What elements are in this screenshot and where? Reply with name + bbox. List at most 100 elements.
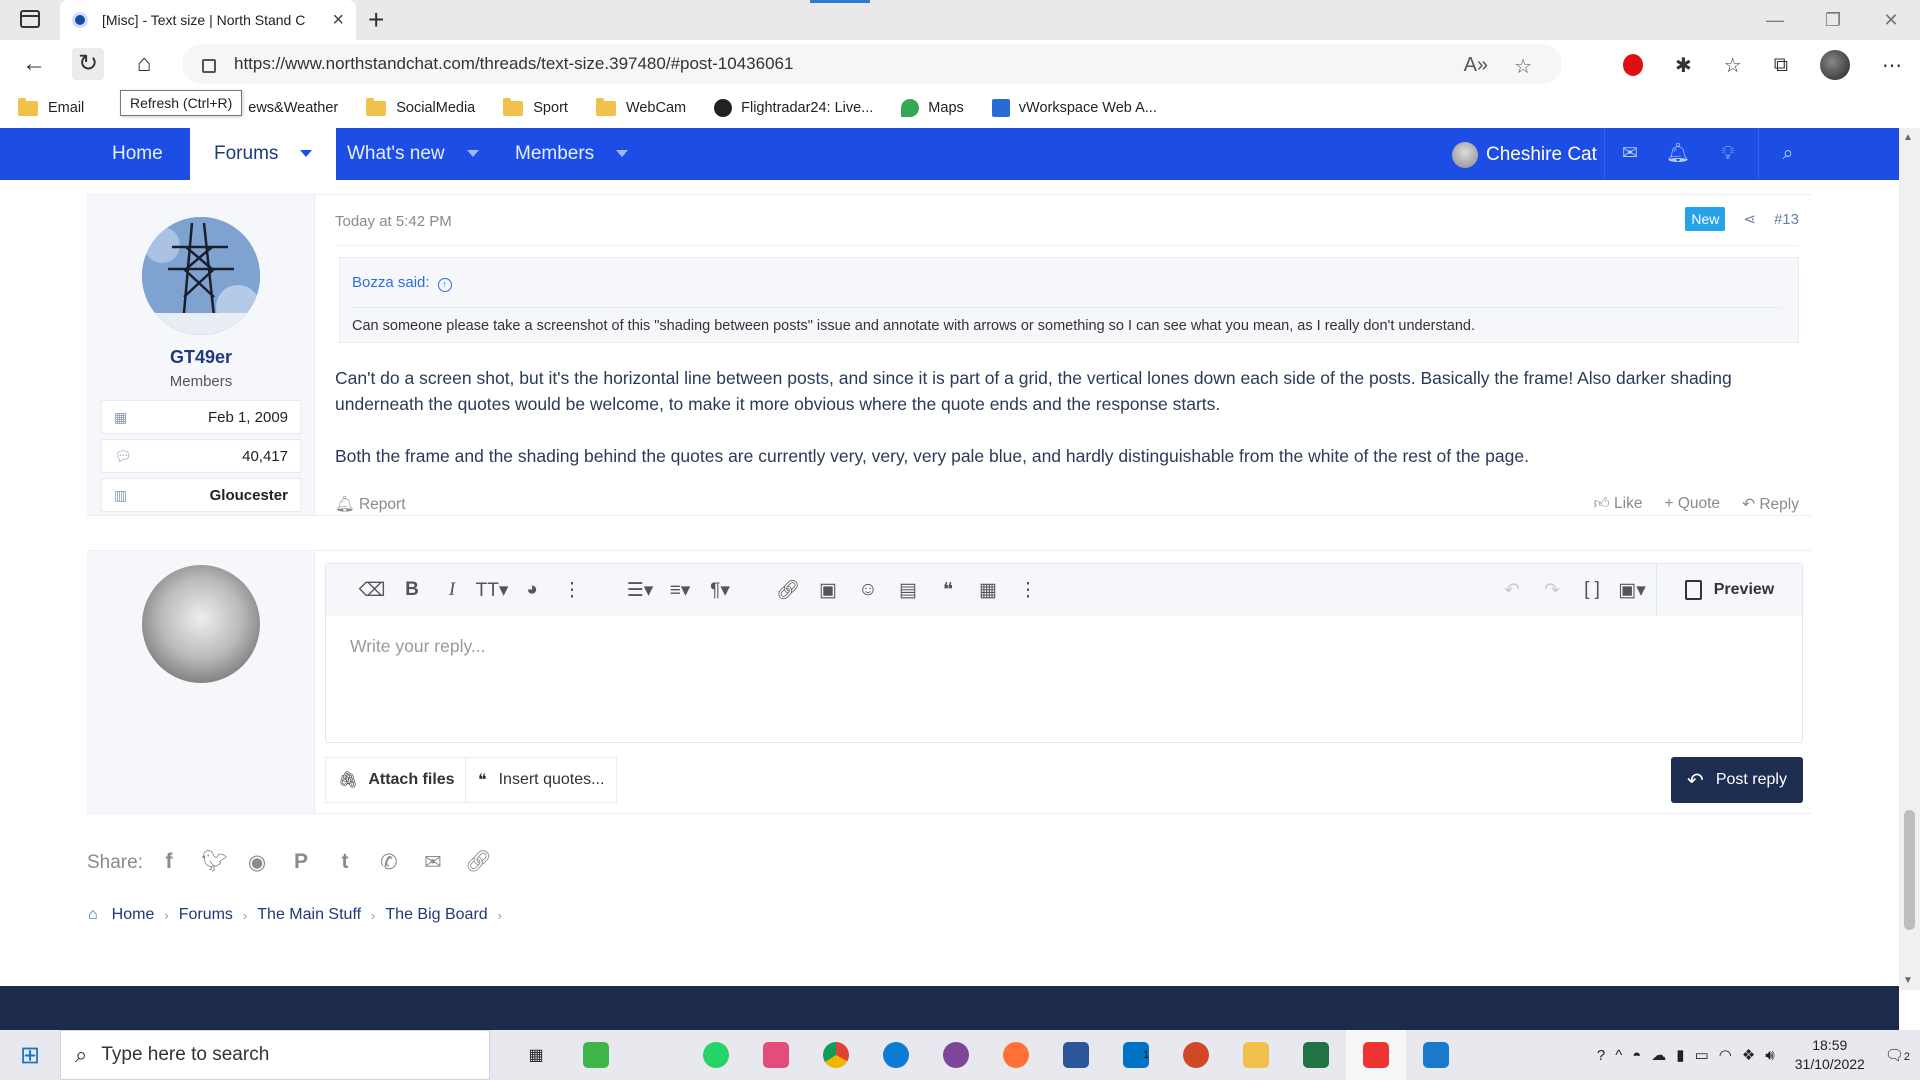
more-options-icon[interactable]: ⋮ [1008,579,1048,602]
home-browser-icon[interactable]: ⌂ [128,48,160,80]
drafts-icon[interactable]: ▣▾ [1612,579,1652,602]
tor-icon[interactable] [926,1030,986,1080]
page-scrollbar[interactable]: ▲ ▼ [1899,128,1920,990]
inbox-icon[interactable]: ✉ [1606,128,1654,180]
add-favorite-icon[interactable]: ☆ [1514,54,1532,79]
chevron-down-icon[interactable] [616,150,629,158]
text-size-icon[interactable]: TT▾ [472,579,512,602]
bookmark-webcam[interactable]: WebCam [595,97,686,116]
nav-forums[interactable]: Forums [190,128,337,180]
dropbox-icon[interactable]: ❖ [1742,1046,1755,1064]
bbcode-toggle-icon[interactable]: [ ] [1572,579,1612,601]
attach-files-button[interactable]: 🖇︎ Attach files [325,757,468,803]
battery-icon[interactable]: ▭ [1695,1046,1709,1064]
profile-avatar[interactable] [1820,50,1850,80]
preview-button[interactable]: Preview [1656,564,1802,616]
chevron-down-icon[interactable] [466,150,479,158]
restore-icon[interactable]: ❐ [1804,0,1862,40]
reddit-icon[interactable]: ◉ [245,850,269,875]
address-bar[interactable]: https://www.northstandchat.com/threads/t… [182,44,1562,84]
twitter-icon[interactable]: 🐦︎ [201,850,228,875]
chrome-icon[interactable] [806,1030,866,1080]
tab-actions-icon[interactable] [20,10,40,28]
media-icon[interactable]: ▤ [888,579,928,602]
quote-format-icon[interactable]: ❝ [928,579,968,602]
file-explorer-icon[interactable] [1226,1030,1286,1080]
avast-icon[interactable]: ◓ [1632,1047,1641,1064]
refresh-icon[interactable]: ↻ [72,48,104,80]
extensions-icon[interactable]: ✱ [1675,53,1692,78]
scroll-up-icon[interactable]: ▲ [1903,132,1913,143]
align-icon[interactable]: ≡▾ [660,579,700,602]
share-post-icon[interactable]: ⋖ [1743,210,1756,228]
taskbar-clock[interactable]: 18:59 31/10/2022 [1795,1036,1865,1074]
volume-icon[interactable]: 🔊︎ [1765,1047,1774,1064]
clear-formatting-icon[interactable]: ⌫ [352,579,392,602]
quote-header[interactable]: Bozza said: ↑ [352,274,452,292]
mail-icon[interactable]: 1 [1106,1030,1166,1080]
firefox-icon[interactable] [986,1030,1046,1080]
like-button[interactable]: 👍︎ Like [1594,495,1643,514]
nav-members[interactable]: Members [515,128,629,180]
emoji-icon[interactable]: ☺ [848,579,888,601]
help-icon[interactable]: ? [1597,1047,1605,1064]
lock-icon[interactable] [202,59,216,73]
browser-tab[interactable]: [Misc] - Text size | North Stand C × [60,0,356,40]
user-location[interactable]: Gloucester [210,487,288,504]
email-icon[interactable]: ✉ [421,850,445,875]
bookmark-socialmedia[interactable]: SocialMedia [366,97,475,116]
whatsapp-icon[interactable]: ✆ [377,850,401,875]
remote-desktop-icon[interactable] [1406,1030,1466,1080]
insert-quotes-button[interactable]: ❝ Insert quotes... [465,757,618,803]
scroll-down-icon[interactable]: ▼ [1903,975,1913,986]
excel-icon[interactable] [1286,1030,1346,1080]
breadcrumb-home[interactable]: Home [112,906,155,924]
edge-icon[interactable] [866,1030,926,1080]
new-tab-icon[interactable]: + [368,4,384,36]
collections-icon[interactable]: ⧉ [1774,54,1788,77]
facebook-icon[interactable]: f [157,850,181,875]
breadcrumb-forums[interactable]: Forums [179,906,233,924]
nav-home[interactable]: Home [112,128,163,180]
post-author-name[interactable]: GT49er [87,347,315,368]
notifications-icon[interactable]: 🗨︎2 [1885,1046,1910,1064]
wifi-icon[interactable]: ◠ [1719,1046,1732,1064]
paint-icon[interactable] [1346,1030,1406,1080]
favorites-icon[interactable]: ☆ [1724,53,1742,78]
alerts-bell-icon[interactable]: 🔔︎ [1654,128,1702,180]
bold-icon[interactable]: B [392,579,432,601]
bookmark-maps[interactable]: Maps [901,99,964,117]
more-options-icon[interactable]: ⋮ [552,579,592,602]
taskbar-search[interactable]: ⌕ Type here to search [60,1030,490,1080]
pinterest-icon[interactable]: P [289,850,313,875]
scrollbar-thumb[interactable] [1904,810,1915,930]
table-icon[interactable]: ▦ [968,579,1008,602]
extension-red-icon[interactable] [1623,54,1644,76]
minimize-icon[interactable]: — [1746,0,1804,40]
url-text[interactable]: https://www.northstandchat.com/threads/t… [234,54,793,74]
microphone-icon[interactable]: ▮ [1676,1046,1684,1064]
onedrive-icon[interactable]: ☁ [1651,1046,1666,1064]
nav-whats-new[interactable]: What's new [347,128,479,180]
back-icon[interactable]: ← [18,48,50,80]
word-icon[interactable] [1046,1030,1106,1080]
post-date[interactable]: Today at 5:42 PM [335,213,452,230]
breadcrumb-main-stuff[interactable]: The Main Stuff [257,906,361,924]
chevron-down-icon[interactable] [300,150,313,158]
link-icon[interactable]: 🔗︎ [768,578,808,602]
more-menu-icon[interactable]: ⋯ [1882,53,1902,78]
tumblr-icon[interactable]: t [333,850,357,875]
image-icon[interactable]: ▣ [808,579,848,602]
color-palette-icon[interactable]: ◕ [512,579,552,601]
lightbulb-icon[interactable]: 💡︎ [1704,128,1752,180]
snipping-tool-icon[interactable] [746,1030,806,1080]
post-number[interactable]: #13 [1774,211,1799,228]
task-view-icon[interactable]: ▦ [506,1030,566,1080]
breadcrumb-big-board[interactable]: The Big Board [385,906,487,924]
windows-start-icon[interactable]: ⊞ [0,1041,60,1070]
whatsapp-app-icon[interactable] [686,1030,746,1080]
undo-icon[interactable]: ↶ [1492,579,1532,602]
bookmark-vworkspace[interactable]: vWorkspace Web A... [991,99,1157,117]
read-aloud-icon[interactable]: A» [1464,54,1488,79]
link-icon[interactable]: 🔗︎ [465,850,492,875]
